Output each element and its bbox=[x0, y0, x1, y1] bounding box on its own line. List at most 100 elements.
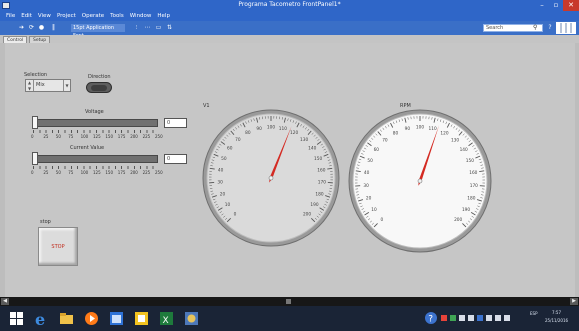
gauge-tick-label: 190 bbox=[310, 202, 318, 208]
gauge-hub bbox=[417, 178, 423, 184]
increment-arrows-icon[interactable]: ▲ ▼ bbox=[26, 80, 34, 91]
gauge-tick-label: 70 bbox=[235, 137, 241, 143]
slider-track[interactable] bbox=[32, 155, 158, 163]
selector-label: Selection bbox=[24, 72, 48, 78]
gauge-tick-label: 70 bbox=[382, 138, 388, 144]
distribute-icon[interactable]: ⋯ bbox=[144, 24, 151, 31]
chevron-down-icon[interactable]: ▼ bbox=[63, 80, 70, 91]
menu-help[interactable]: Help bbox=[157, 13, 170, 19]
menu-tools[interactable]: Tools bbox=[110, 13, 124, 19]
tab-control[interactable]: Control bbox=[3, 36, 28, 43]
internet-explorer-icon[interactable]: e bbox=[33, 310, 50, 327]
scale-tick-label: 25 bbox=[43, 134, 49, 139]
scale-tick-label: 175 bbox=[117, 134, 126, 139]
stop-button[interactable]: STOP bbox=[38, 227, 78, 266]
scroll-right-icon[interactable]: ▶ bbox=[570, 298, 578, 305]
gauge-tick-label: 180 bbox=[467, 195, 475, 201]
system-tray-icons[interactable] bbox=[441, 313, 517, 323]
menu-project[interactable]: Project bbox=[57, 13, 76, 19]
slider1-scale: 0 25 50 75 100 125 150 175 200 225 250 bbox=[31, 130, 173, 140]
gauge-tick-label: 90 bbox=[405, 126, 411, 132]
scroll-thumb[interactable] bbox=[286, 299, 291, 304]
scale-tick-label: 125 bbox=[93, 134, 101, 139]
resize-icon[interactable]: ▭ bbox=[155, 24, 162, 31]
maximize-button[interactable]: ▫ bbox=[549, 0, 563, 11]
vi-icon bbox=[556, 22, 576, 34]
close-button[interactable]: ✕ bbox=[563, 0, 579, 11]
slider-thumb[interactable] bbox=[32, 116, 38, 129]
windows-start-icon[interactable] bbox=[8, 310, 25, 327]
pause-icon[interactable]: ‖ bbox=[50, 24, 57, 31]
menu-view[interactable]: View bbox=[38, 13, 51, 19]
app-window-icon[interactable] bbox=[108, 310, 125, 327]
title-bar: Programa Tacometro FrontPanel1* – ▫ ✕ bbox=[0, 0, 579, 11]
selector-ring[interactable]: ▲ ▼ Mix ▼ bbox=[25, 79, 71, 92]
gauge-tick-label: 10 bbox=[371, 207, 377, 213]
gauge-tick-label: 100 bbox=[267, 125, 275, 131]
slider-thumb[interactable] bbox=[32, 152, 38, 165]
scale-tick-label: 125 bbox=[93, 170, 101, 175]
run-arrow-icon[interactable]: ➔ bbox=[18, 24, 25, 31]
search-icon[interactable]: ⚲ bbox=[533, 24, 541, 32]
slider-track[interactable] bbox=[32, 119, 158, 127]
current-slider[interactable]: 0 bbox=[32, 152, 192, 165]
scale-tick-marks bbox=[33, 130, 159, 133]
gauge-tick-label: 140 bbox=[308, 146, 316, 152]
scale-tick-label: 225 bbox=[142, 134, 151, 139]
gauge-tick-label: 200 bbox=[303, 212, 311, 218]
clock-time[interactable]: 7:57 bbox=[552, 310, 561, 315]
clock-date[interactable]: 25/11/2016 bbox=[545, 318, 568, 323]
tab-strip: Control Setup bbox=[0, 35, 579, 43]
file-explorer-icon[interactable] bbox=[58, 310, 75, 327]
gauge-tick-label: 50 bbox=[367, 158, 373, 164]
horizontal-scrollbar[interactable]: ◀ ▶ bbox=[0, 297, 579, 306]
labview-icon[interactable] bbox=[133, 310, 150, 327]
align-icon[interactable]: ⫶ bbox=[133, 24, 140, 31]
keyboard-language[interactable]: ESP bbox=[530, 311, 537, 316]
reorder-icon[interactable]: ⇅ bbox=[166, 24, 173, 31]
scroll-left-icon[interactable]: ◀ bbox=[1, 298, 9, 305]
font-selector[interactable]: 15pt Application Font bbox=[71, 24, 125, 39]
minimize-button[interactable]: – bbox=[535, 0, 549, 11]
voltage-numeric[interactable]: 0 bbox=[164, 118, 187, 128]
selector-value: Mix bbox=[36, 82, 45, 88]
paint-icon[interactable] bbox=[183, 310, 200, 327]
scale-tick-label: 75 bbox=[68, 170, 74, 175]
scale-tick-label: 0 bbox=[31, 170, 34, 175]
direction-toggle[interactable] bbox=[86, 82, 112, 93]
gauge-rpm: 010 20 30 40 506070 80 90 100 110120130140 150 160… bbox=[348, 109, 492, 253]
slider1-label: Voltage bbox=[85, 109, 104, 115]
gauge-tick-label: 110 bbox=[429, 126, 437, 132]
gauge-tick-label: 90 bbox=[256, 126, 262, 132]
abort-icon[interactable]: ● bbox=[38, 24, 45, 31]
tab-setup[interactable]: Setup bbox=[29, 36, 51, 43]
scale-tick-label: 100 bbox=[80, 170, 89, 175]
toggle-led bbox=[91, 85, 107, 91]
scale-tick-label: 150 bbox=[105, 134, 114, 139]
slider2-label: Current Value bbox=[70, 145, 105, 151]
menu-edit[interactable]: Edit bbox=[21, 13, 32, 19]
scale-tick-label: 250 bbox=[155, 170, 163, 175]
gauge-tick-label: 20 bbox=[366, 195, 372, 201]
scale-tick-label: 150 bbox=[105, 170, 114, 175]
gauge-tick-label: 0 bbox=[380, 217, 383, 223]
svg-text:?: ? bbox=[428, 315, 433, 325]
menu-operate[interactable]: Operate bbox=[82, 13, 104, 19]
gauge-tick-label: 130 bbox=[451, 138, 459, 144]
media-player-icon[interactable] bbox=[83, 310, 100, 327]
svg-text:X: X bbox=[163, 316, 169, 326]
spreadsheet-icon[interactable]: X bbox=[158, 310, 175, 327]
menu-file[interactable]: File bbox=[6, 13, 15, 19]
help-tray-icon[interactable]: ? bbox=[424, 311, 438, 325]
gauge-tick-label: 60 bbox=[227, 146, 233, 152]
help-icon[interactable]: ? bbox=[546, 24, 554, 32]
menu-window[interactable]: Window bbox=[130, 13, 152, 19]
run-continuously-icon[interactable]: ⟳ bbox=[28, 24, 35, 31]
gauge-tick-label: 80 bbox=[245, 130, 251, 136]
gauge-tick-label: 170 bbox=[470, 183, 478, 189]
gauge-tick-label: 150 bbox=[466, 158, 474, 164]
voltage-slider[interactable]: 0 bbox=[32, 116, 192, 129]
gauge-tick-label: 180 bbox=[315, 191, 323, 197]
gauge-tick-label: 40 bbox=[364, 170, 370, 176]
current-numeric[interactable]: 0 bbox=[164, 154, 187, 164]
